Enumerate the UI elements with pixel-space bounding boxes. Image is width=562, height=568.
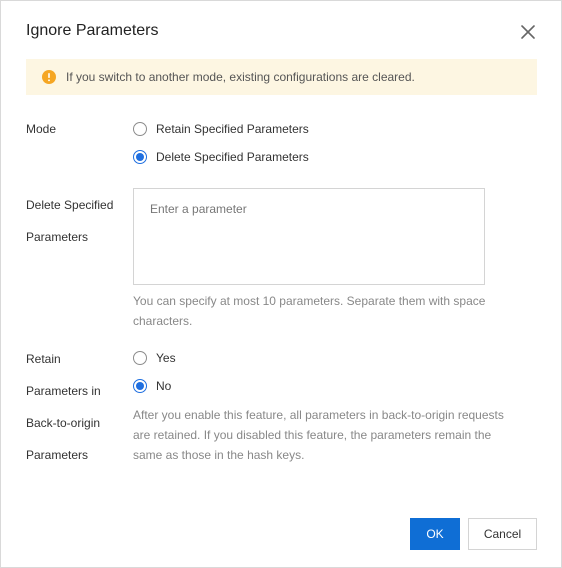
radio-label: Delete Specified Parameters [156,150,309,164]
radio-circle[interactable] [133,122,147,136]
retain-help-line1: After you enable this feature, all param… [133,408,504,422]
radio-delete-specified-parameters[interactable]: Delete Specified Parameters [133,149,309,165]
parameters-help-text: You can specify at most 10 parameters. S… [133,291,513,331]
dialog-title: Ignore Parameters [26,22,159,39]
retain-label-line2: Parameters in [26,384,101,398]
radio-label: No [156,379,172,393]
cancel-button[interactable]: Cancel [468,518,537,550]
retain-label-line4: Parameters [26,448,89,462]
radio-retain-specified-parameters[interactable]: Retain Specified Parameters [133,121,309,137]
parameters-input[interactable] [133,188,485,285]
warning-banner-text: If you switch to another mode, existing … [66,70,415,84]
delete-specified-label-line1: Delete Specified [26,198,114,212]
radio-no[interactable]: No [133,378,171,394]
retain-help-line3: same as those in the hash keys. [133,448,305,462]
radio-circle[interactable] [133,150,147,164]
parameters-help-line2: characters. [133,314,193,328]
radio-circle[interactable] [133,351,147,365]
retain-label-line1: Retain [26,352,61,366]
close-icon[interactable] [518,22,538,42]
warning-banner: If you switch to another mode, existing … [26,59,537,95]
retain-help-text: After you enable this feature, all param… [133,405,513,465]
radio-circle[interactable] [133,379,147,393]
delete-specified-label-line2: Parameters [26,230,89,244]
mode-label: Mode [26,122,57,136]
retain-help-line2: are retained. If you disabled this featu… [133,428,492,442]
warning-icon [42,70,56,84]
radio-label: Retain Specified Parameters [156,122,309,136]
retain-label-line3: Back-to-origin [26,416,101,430]
parameters-help-line1: You can specify at most 10 parameters. S… [133,294,486,308]
ignore-parameters-dialog: Ignore Parameters If you switch to anoth… [0,0,562,568]
radio-yes[interactable]: Yes [133,350,176,366]
ok-button[interactable]: OK [410,518,460,550]
radio-label: Yes [156,351,176,365]
